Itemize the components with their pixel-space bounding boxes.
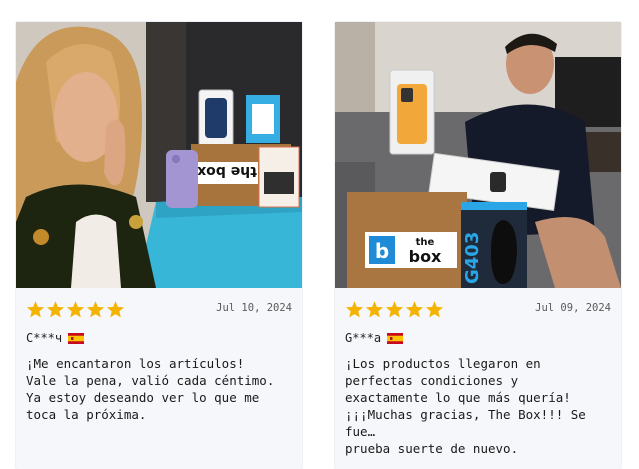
review-text: ¡Los productos llegaron en perfectas con… — [345, 356, 586, 456]
author-name: G***a — [345, 331, 382, 345]
customer-unboxing-photo: the box — [16, 22, 302, 288]
star-icon — [345, 300, 364, 319]
star-icon — [405, 300, 424, 319]
star-icon — [365, 300, 384, 319]
review-card-1: the box Jul 10, 2024 C***ч ¡Me encantaro… — [16, 22, 302, 469]
review-text: ¡Me encantaron los artículos! Vale la pe… — [26, 356, 275, 422]
star-icon — [86, 300, 105, 319]
review-date: Jul 09, 2024 — [535, 302, 611, 314]
author-name: C***ч — [26, 331, 63, 345]
star-icon — [425, 300, 444, 319]
star-rating — [26, 300, 125, 319]
spain-flag-icon — [68, 332, 85, 344]
star-rating — [345, 300, 444, 319]
review-date: Jul 10, 2024 — [216, 302, 292, 314]
star-icon — [106, 300, 125, 319]
svg-text:b: b — [375, 239, 389, 263]
star-icon — [26, 300, 45, 319]
star-icon — [66, 300, 85, 319]
photo-mouse-box-label: G403 — [462, 232, 483, 284]
star-icon — [46, 300, 65, 319]
photo-box-logo-box: box — [409, 247, 442, 266]
review-photo-2[interactable]: b the box G403 — [335, 22, 621, 288]
star-icon — [385, 300, 404, 319]
customer-unboxing-photo: b the box G403 — [335, 22, 621, 288]
review-author: C***ч — [26, 331, 85, 345]
review-author: G***a — [345, 331, 404, 345]
spain-flag-icon — [387, 332, 404, 344]
review-photo-1[interactable]: the box — [16, 22, 302, 288]
review-card-2: b the box G403 Jul 09, 2024 G***a ¡Los p… — [335, 22, 621, 469]
photo-box-logo: the box — [197, 163, 257, 179]
